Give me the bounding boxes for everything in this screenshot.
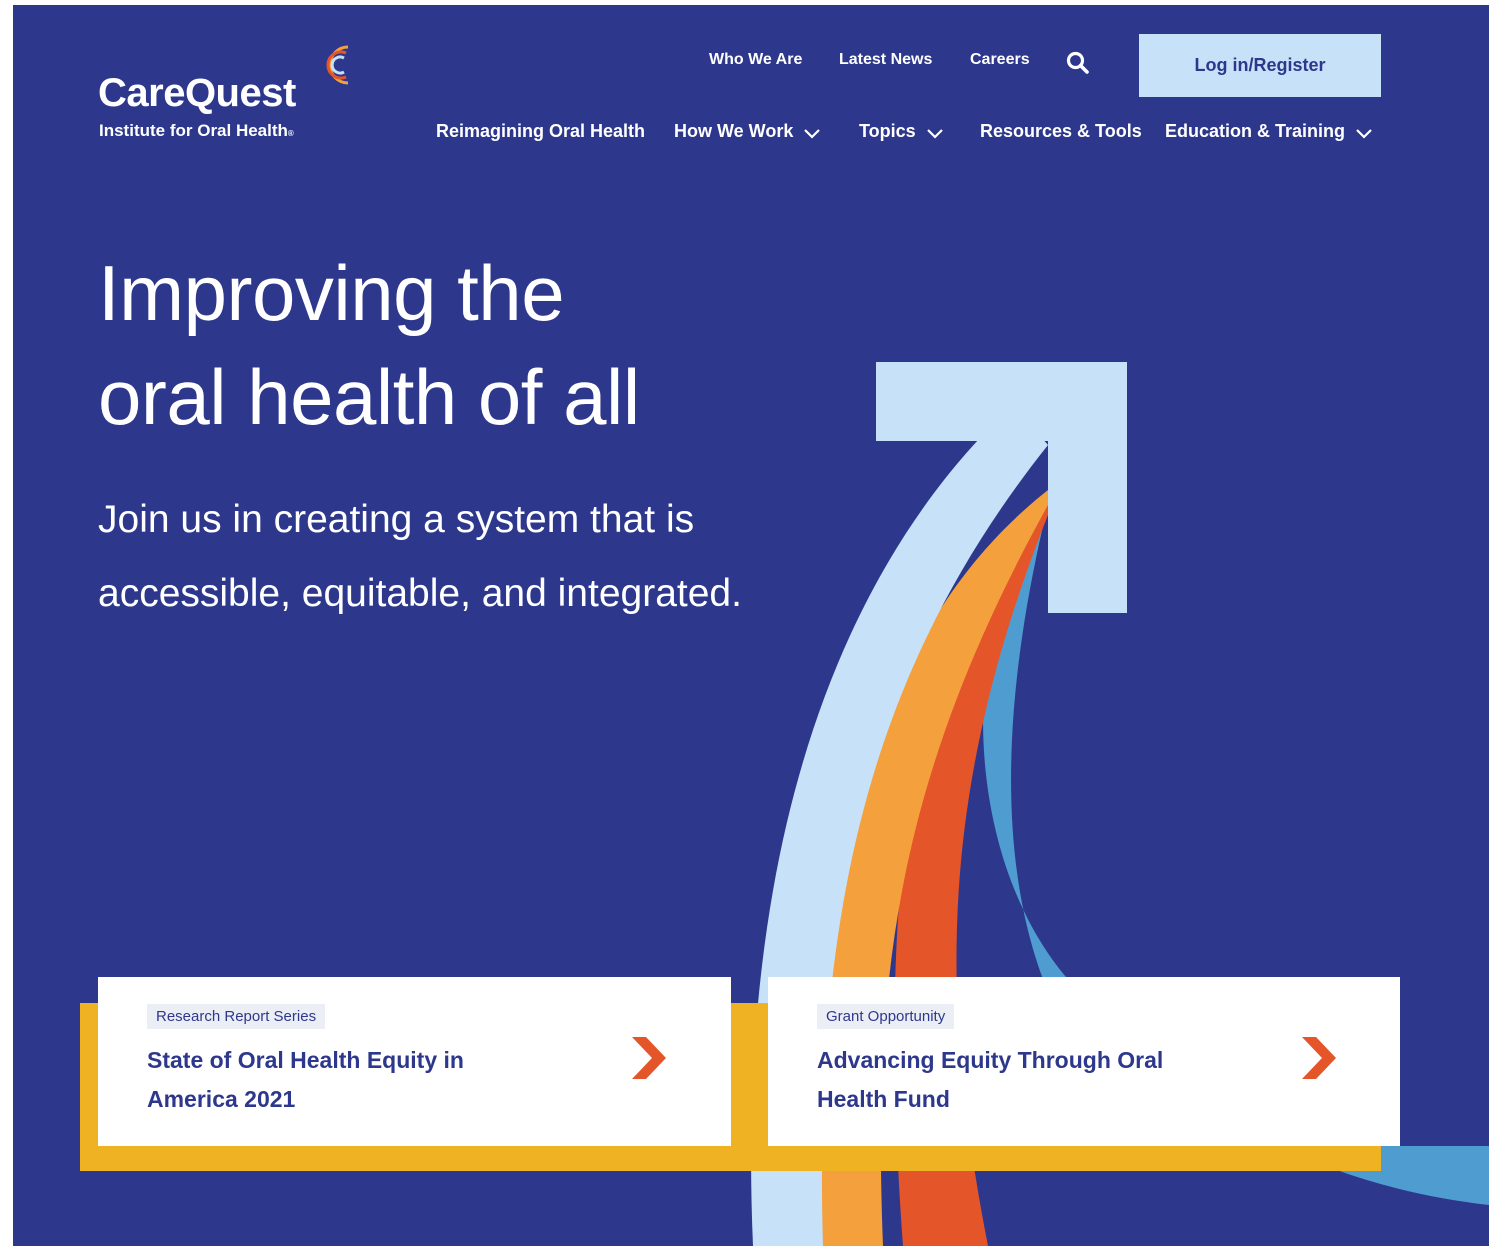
- logo-arc-icon: [326, 45, 349, 85]
- feature-card-research-report[interactable]: Research Report Series State of Oral Hea…: [98, 977, 731, 1146]
- nav-item-resources-tools[interactable]: Resources & Tools: [980, 121, 1142, 142]
- card-tag: Research Report Series: [147, 1004, 326, 1029]
- login-register-button[interactable]: Log in/Register: [1139, 34, 1381, 97]
- nav-item-topics[interactable]: Topics: [859, 121, 944, 142]
- chevron-right-icon[interactable]: [628, 1033, 668, 1083]
- card-title: Advancing Equity Through Oral Health Fun…: [817, 1047, 1164, 1112]
- logo-name: CareQuest: [98, 71, 296, 115]
- nav-link-careers[interactable]: Careers: [970, 51, 1030, 69]
- nav-item-education-training[interactable]: Education & Training: [1165, 121, 1373, 142]
- hero-subtitle: Join us in creating a system that is acc…: [98, 498, 742, 615]
- nav-item-how-we-work[interactable]: How We Work: [674, 121, 821, 142]
- logo-tagline: Institute for Oral Health®: [99, 121, 294, 140]
- chevron-down-icon: [926, 128, 943, 139]
- chevron-down-icon: [1356, 128, 1372, 139]
- carequest-logo[interactable]: CareQuest Institute for Oral Health®: [98, 43, 358, 153]
- search-icon[interactable]: [1065, 50, 1091, 76]
- chevron-right-icon[interactable]: [1298, 1033, 1338, 1083]
- card-tag: Grant Opportunity: [817, 1004, 955, 1029]
- hero-title: Improving the oral health of all: [98, 249, 640, 441]
- card-title: State of Oral Health Equity in America 2…: [147, 1047, 464, 1112]
- nav-link-latest-news[interactable]: Latest News: [839, 51, 932, 69]
- nav-item-reimagining-oral-health[interactable]: Reimagining Oral Health: [436, 121, 645, 142]
- chevron-down-icon: [804, 128, 821, 139]
- feature-card-grant-opportunity[interactable]: Grant Opportunity Advancing Equity Throu…: [768, 977, 1400, 1146]
- nav-link-who-we-are[interactable]: Who We Are: [709, 51, 802, 69]
- home-page: CareQuest Institute for Oral Health® Who…: [13, 5, 1489, 1246]
